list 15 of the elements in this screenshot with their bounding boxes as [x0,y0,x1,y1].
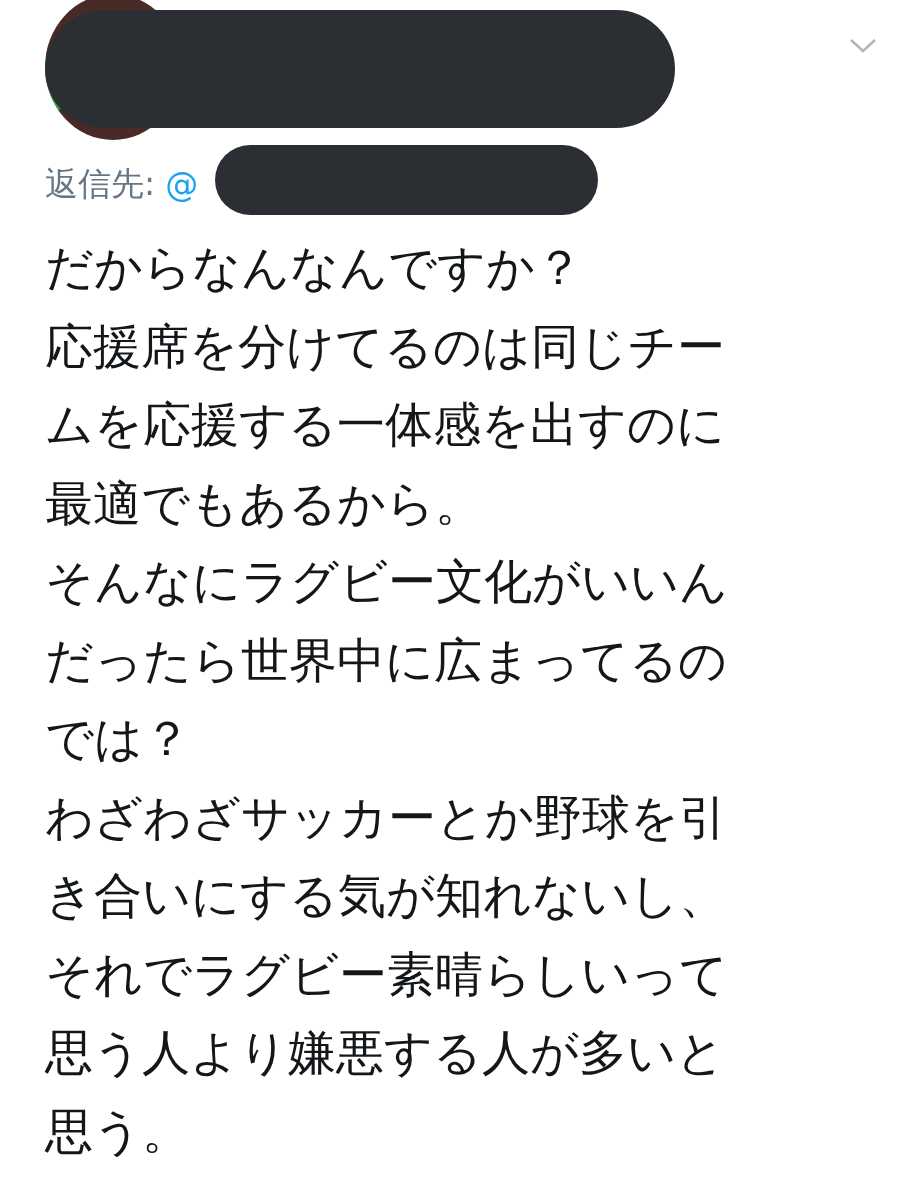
tweet-text-line: き合いにする気が知れないし、 [45,866,728,925]
tweet-text-line: ムを応援する一体感を出すのに [45,395,726,454]
tweet-text-line: それでラグビー素晴らしいって [45,944,729,1004]
reply-label: 返信先: [45,162,156,205]
tweet-text-line: だったら世界中に広まってるの [45,630,728,690]
tweet-text-line: そんなにラグビー文化がいいん [45,552,729,611]
tweet-text-line: だからなんなんですか？ [45,238,584,297]
chevron-down-icon[interactable] [849,38,877,54]
tweet-text-line: 思う。 [45,1101,191,1161]
reply-handle-link[interactable]: @ [165,164,199,204]
tweet-text-line: 思う人より嫌悪する人が多いと [45,1023,726,1082]
tweet-text-line: では？ [45,709,192,768]
tweet-text-line: 応援席を分けてるのは同じチー [45,316,726,376]
tweet-text-line: わざわざサッカーとか野球を引 [45,787,728,847]
tweet-text-line: 最適でもあるから。 [45,473,484,533]
